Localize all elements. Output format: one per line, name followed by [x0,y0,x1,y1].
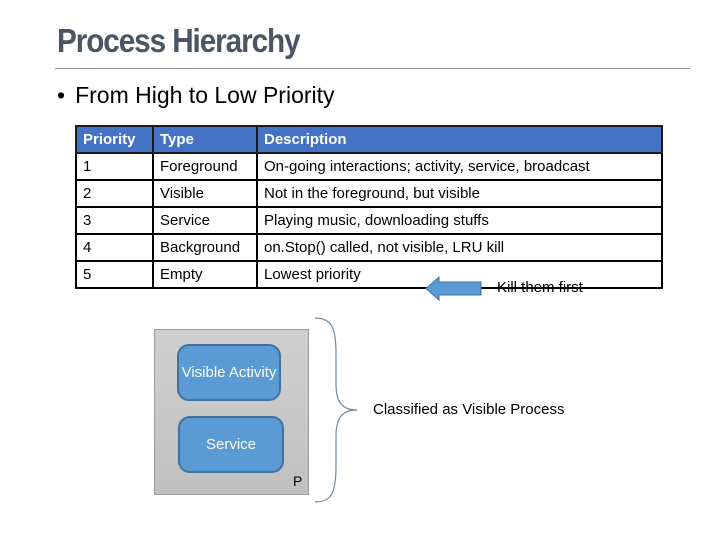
cell-description: On-going interactions; activity, service… [256,152,663,181]
title-divider [55,68,690,69]
cell-priority: 3 [75,206,154,235]
process-priority-table: Priority Type Description 1 Foreground O… [75,125,663,289]
left-arrow-icon [425,276,482,301]
process-label: P [293,473,303,489]
cell-description: on.Stop() called, not visible, LRU kill [256,233,663,262]
cell-type: Service [152,206,258,235]
table-row: 2 Visible Not in the foreground, but vis… [75,179,663,208]
cell-priority: 2 [75,179,154,208]
cell-description: Not in the foreground, but visible [256,179,663,208]
table-header-row: Priority Type Description [75,125,663,154]
right-brace-icon [314,317,358,503]
table-row: 3 Service Playing music, downloading stu… [75,206,663,235]
header-priority: Priority [75,125,154,154]
bullet-marker: • [57,82,66,108]
visible-activity-component: Visible Activity [177,344,281,401]
cell-type: Visible [152,179,258,208]
cell-type: Foreground [152,152,258,181]
table-row: 1 Foreground On-going interactions; acti… [75,152,663,181]
kill-annotation-label: Kill them first [497,279,583,296]
brace-label: Classified as Visible Process [373,401,565,418]
cell-description: Playing music, downloading stuffs [256,206,663,235]
cell-priority: 4 [75,233,154,262]
header-description: Description [256,125,663,154]
cell-type: Empty [152,260,258,289]
header-type: Type [152,125,258,154]
cell-priority: 5 [75,260,154,289]
slide-title: Process Hierarchy [57,22,301,59]
table-row: 4 Background on.Stop() called, not visib… [75,233,663,262]
cell-priority: 1 [75,152,154,181]
service-component: Service [178,416,284,473]
cell-type: Background [152,233,258,262]
bullet-point: • From High to Low Priority [57,82,335,109]
bullet-text: From High to Low Priority [75,82,335,108]
